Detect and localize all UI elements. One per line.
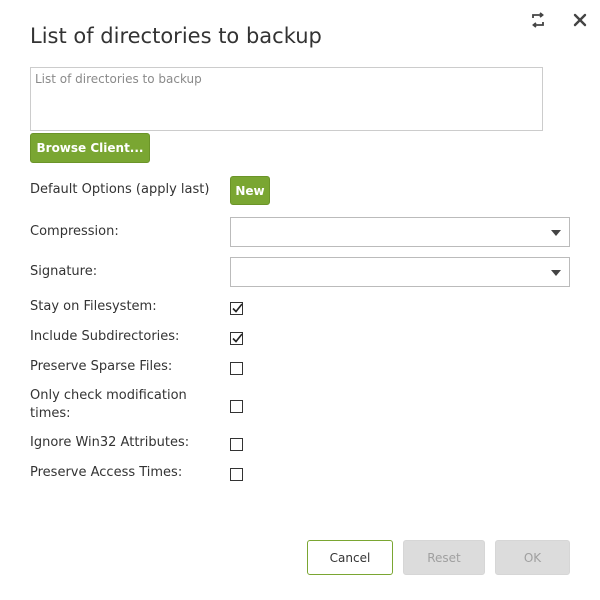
dialog: List of directories to backup Browse Cli… bbox=[0, 0, 600, 600]
only-check-modification-times-checkbox[interactable] bbox=[230, 400, 243, 413]
preserve-access-times-checkbox[interactable] bbox=[230, 468, 243, 481]
preserve-sparse-files-checkbox[interactable] bbox=[230, 362, 243, 375]
include-subdirectories-checkbox[interactable] bbox=[230, 332, 243, 345]
reset-button[interactable]: Reset bbox=[403, 540, 485, 575]
checkmark-icon bbox=[232, 303, 243, 313]
new-default-option-button[interactable]: New bbox=[230, 176, 270, 205]
directories-textarea[interactable] bbox=[30, 67, 543, 131]
close-icon[interactable] bbox=[570, 10, 590, 30]
stay-on-filesystem-label: Stay on Filesystem: bbox=[30, 299, 157, 314]
ignore-win32-attributes-label: Ignore Win32 Attributes: bbox=[30, 435, 190, 450]
browse-client-button[interactable]: Browse Client... bbox=[30, 133, 150, 163]
preserve-access-times-label: Preserve Access Times: bbox=[30, 465, 183, 480]
compression-label: Compression: bbox=[30, 224, 119, 239]
dialog-title: List of directories to backup bbox=[30, 24, 322, 48]
ok-button[interactable]: OK bbox=[495, 540, 570, 575]
only-check-modification-times-label: Only check modification times: bbox=[30, 388, 187, 421]
ignore-win32-attributes-checkbox[interactable] bbox=[230, 438, 243, 451]
default-options-label: Default Options (apply last) bbox=[30, 182, 210, 197]
chevron-down-icon bbox=[551, 270, 561, 276]
stay-on-filesystem-checkbox[interactable] bbox=[230, 302, 243, 315]
signature-label: Signature: bbox=[30, 264, 98, 279]
checkmark-icon bbox=[232, 333, 243, 343]
restore-icon[interactable] bbox=[528, 10, 548, 30]
compression-select[interactable] bbox=[230, 217, 570, 247]
cancel-button[interactable]: Cancel bbox=[307, 540, 393, 575]
chevron-down-icon bbox=[551, 230, 561, 236]
signature-select[interactable] bbox=[230, 257, 570, 287]
preserve-sparse-files-label: Preserve Sparse Files: bbox=[30, 359, 173, 374]
include-subdirectories-label: Include Subdirectories: bbox=[30, 329, 180, 344]
